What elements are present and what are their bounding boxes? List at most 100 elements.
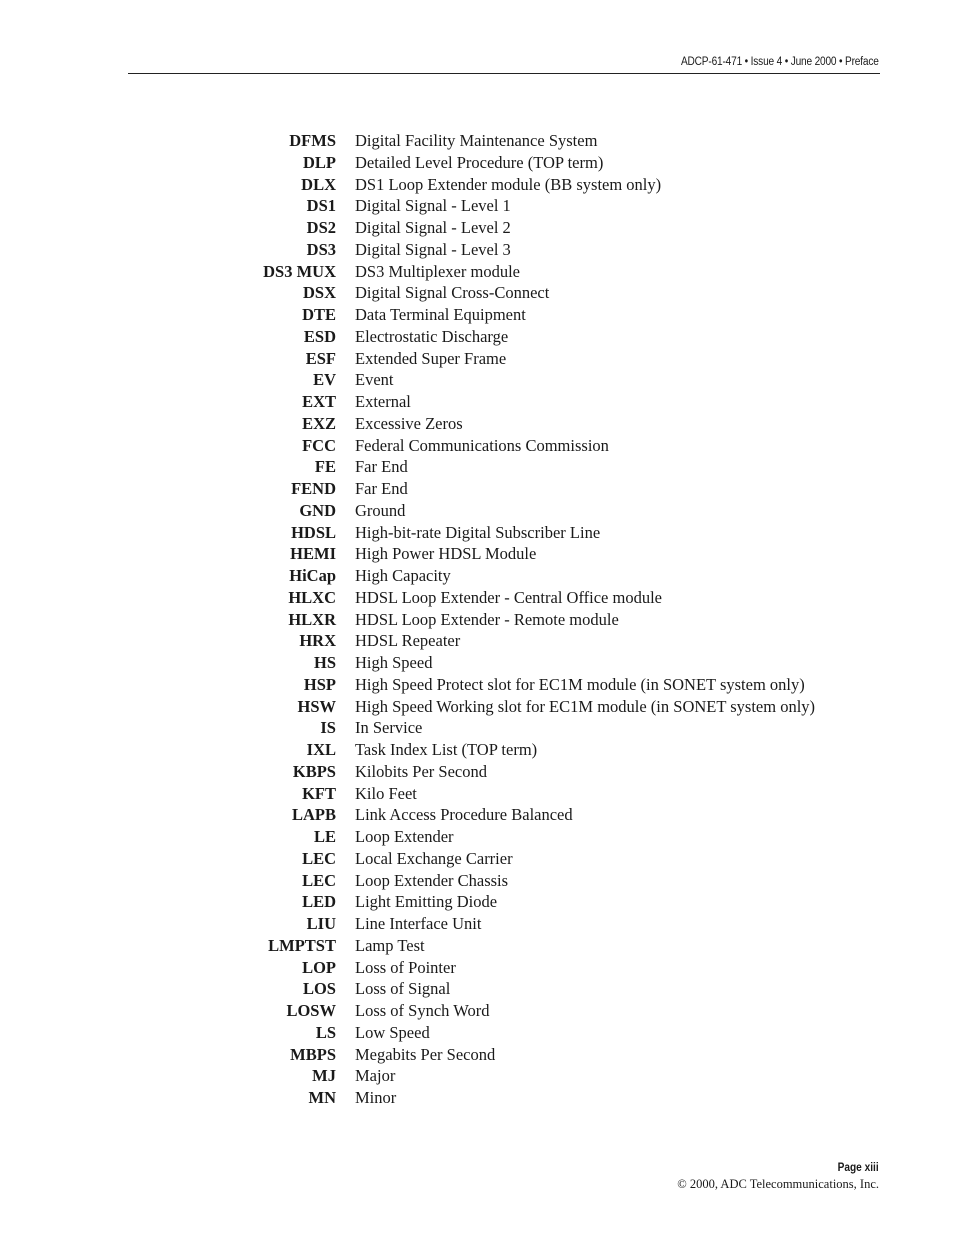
abbreviation-row: LEC Loop Extender Chassis xyxy=(0,870,954,892)
abbreviation-term: DLP xyxy=(303,152,336,172)
abbreviation-row: HSW High Speed Working slot for EC1M modu… xyxy=(0,696,954,718)
abbreviation-row: LE Loop Extender xyxy=(0,826,954,848)
abbreviation-row: DLX DS1 Loop Extender module (BB system o… xyxy=(0,174,954,196)
abbreviation-row: DLP Detailed Level Procedure (TOP term) xyxy=(0,152,954,174)
abbreviation-term: KBPS xyxy=(292,761,336,781)
abbreviation-definition: Line Interface Unit xyxy=(355,914,482,933)
abbreviation-term: LE xyxy=(313,827,336,846)
abbreviation-term: FEND xyxy=(291,479,336,498)
abbreviation-definition: HDSL Repeater xyxy=(355,631,461,651)
abbreviation-definition: Data Terminal Equipment xyxy=(355,305,526,324)
abbreviation-definition: Loss of Signal xyxy=(355,979,451,999)
abbreviation-term: EV xyxy=(313,370,336,390)
abbreviation-row: LS Low Speed xyxy=(0,1022,954,1044)
abbreviation-row: FEND Far End xyxy=(0,478,954,500)
abbreviation-term: LOP xyxy=(302,957,336,977)
abbreviation-row: LEC Local Exchange Carrier xyxy=(0,848,954,870)
abbreviation-row: LAPB Link Access Procedure Balanced xyxy=(0,804,954,826)
abbreviation-term: KFT xyxy=(302,783,336,803)
abbreviation-row: GND Ground xyxy=(0,500,954,522)
abbreviation-row: MBPS Megabits Per Second xyxy=(0,1044,954,1066)
abbreviation-term: DTE xyxy=(302,305,336,324)
abbreviation-definition: Far End xyxy=(355,457,408,477)
abbreviation-term: HEMI xyxy=(290,544,336,564)
abbreviation-definition: High Speed Protect slot for EC1M module … xyxy=(355,674,805,694)
abbreviation-definition: High Speed Working slot for EC1M module … xyxy=(355,696,816,716)
abbreviation-definition: Light Emitting Diode xyxy=(355,892,498,912)
abbreviation-row: LIU Line Interface Unit xyxy=(0,913,954,935)
abbreviation-definition: Digital Facility Maintenance System xyxy=(355,131,598,150)
abbreviation-definition: External xyxy=(355,392,411,411)
abbreviation-row: MJ Major xyxy=(0,1065,954,1087)
abbreviation-row: ESD Electrostatic Discharge xyxy=(0,326,954,348)
abbreviation-definition: HDSL Loop Extender - Central Office modu… xyxy=(355,587,662,607)
abbreviation-row: HiCap High Capacity xyxy=(0,565,954,587)
abbreviation-term: GND xyxy=(299,500,336,520)
abbreviation-definition: Kilobits Per Second xyxy=(355,761,487,781)
abbreviation-definition: Excessive Zeros xyxy=(355,413,463,433)
abbreviation-row: LMPTST Lamp Test xyxy=(0,935,954,957)
abbreviation-term: LEC xyxy=(302,870,336,890)
abbreviation-row: FCC Federal Communications Commission xyxy=(0,435,954,457)
abbreviation-definition: DS3 Multiplexer module xyxy=(355,261,520,281)
abbreviation-row: HLXR HDSL Loop Extender - Remote module xyxy=(0,609,954,631)
abbreviation-term: IXL xyxy=(306,740,336,759)
abbreviation-definition: High Speed xyxy=(355,653,433,672)
abbreviation-row: DSX Digital Signal Cross-Connect xyxy=(0,282,954,304)
abbreviation-row: LOP Loss of Pointer xyxy=(0,957,954,979)
abbreviation-term: DS3 xyxy=(306,239,336,259)
abbreviation-list: DFMS Digital Facility Maintenance System D… xyxy=(0,130,954,1109)
abbreviation-definition: Digital Signal Cross-Connect xyxy=(355,283,550,303)
abbreviation-row: HDSL High-bit-rate Digital Subscriber Lin… xyxy=(0,522,954,544)
abbreviation-row: KBPS Kilobits Per Second xyxy=(0,761,954,783)
abbreviation-term: LAPB xyxy=(291,805,336,825)
abbreviation-term: HiCap xyxy=(289,566,336,585)
abbreviation-definition: Megabits Per Second xyxy=(355,1044,496,1064)
abbreviation-row: DS3 Digital Signal - Level 3 xyxy=(0,239,954,261)
abbreviation-definition: Lamp Test xyxy=(355,935,425,955)
abbreviation-definition: Local Exchange Carrier xyxy=(355,848,513,868)
abbreviation-definition: Low Speed xyxy=(355,1022,430,1042)
abbreviation-row: DS3 MUX DS3 Multiplexer module xyxy=(0,261,954,283)
abbreviation-definition: Link Access Procedure Balanced xyxy=(355,805,573,825)
abbreviation-term: ESF xyxy=(305,348,336,368)
abbreviation-term: FE xyxy=(314,457,336,477)
header-divider xyxy=(128,73,880,74)
abbreviation-term: DS2 xyxy=(306,218,336,237)
abbreviation-definition: High Power HDSL Module xyxy=(355,544,537,564)
abbreviation-row: LED Light Emitting Diode xyxy=(0,891,954,913)
abbreviation-term: DLX xyxy=(301,174,336,194)
abbreviation-term: ESD xyxy=(303,326,336,346)
abbreviation-row: ESF Extended Super Frame xyxy=(0,348,954,370)
abbreviation-row: LOSW Loss of Synch Word xyxy=(0,1000,954,1022)
page-number: Page xiii xyxy=(837,1162,879,1174)
abbreviation-row: EXT External xyxy=(0,391,954,413)
abbreviation-term: HS xyxy=(313,653,336,672)
abbreviation-definition: High-bit-rate Digital Subscriber Line xyxy=(355,522,601,542)
abbreviation-term: DSX xyxy=(302,283,336,303)
running-header: ADCP-61-471 • Issue 4 • June 2000 • Pref… xyxy=(681,56,879,68)
abbreviation-term: LED xyxy=(302,892,336,912)
abbreviation-definition: Event xyxy=(355,370,394,390)
abbreviation-row: DTE Data Terminal Equipment xyxy=(0,304,954,326)
abbreviation-row: HS High Speed xyxy=(0,652,954,674)
abbreviation-definition: Loop Extender Chassis xyxy=(355,870,509,890)
abbreviation-row: IS In Service xyxy=(0,717,954,739)
abbreviation-term: MBPS xyxy=(290,1044,336,1064)
abbreviation-definition: Detailed Level Procedure (TOP term) xyxy=(355,152,604,172)
abbreviation-term: LS xyxy=(315,1022,336,1042)
abbreviation-term: FCC xyxy=(302,435,336,455)
abbreviation-row: FE Far End xyxy=(0,456,954,478)
abbreviation-row: HSP High Speed Protect slot for EC1M modu… xyxy=(0,674,954,696)
abbreviation-term: HRX xyxy=(299,631,336,651)
abbreviation-definition: HDSL Loop Extender - Remote module xyxy=(355,609,619,629)
abbreviation-definition: Kilo Feet xyxy=(355,783,417,803)
abbreviation-definition: High Capacity xyxy=(355,566,451,585)
abbreviation-definition: In Service xyxy=(355,718,423,738)
abbreviation-definition: Loss of Synch Word xyxy=(355,1001,490,1020)
abbreviation-term: IS xyxy=(320,718,336,738)
abbreviation-definition: Ground xyxy=(355,500,406,520)
abbreviation-row: HEMI High Power HDSL Module xyxy=(0,543,954,565)
abbreviation-term: HDSL xyxy=(291,522,336,542)
abbreviation-row: HRX HDSL Repeater xyxy=(0,630,954,652)
